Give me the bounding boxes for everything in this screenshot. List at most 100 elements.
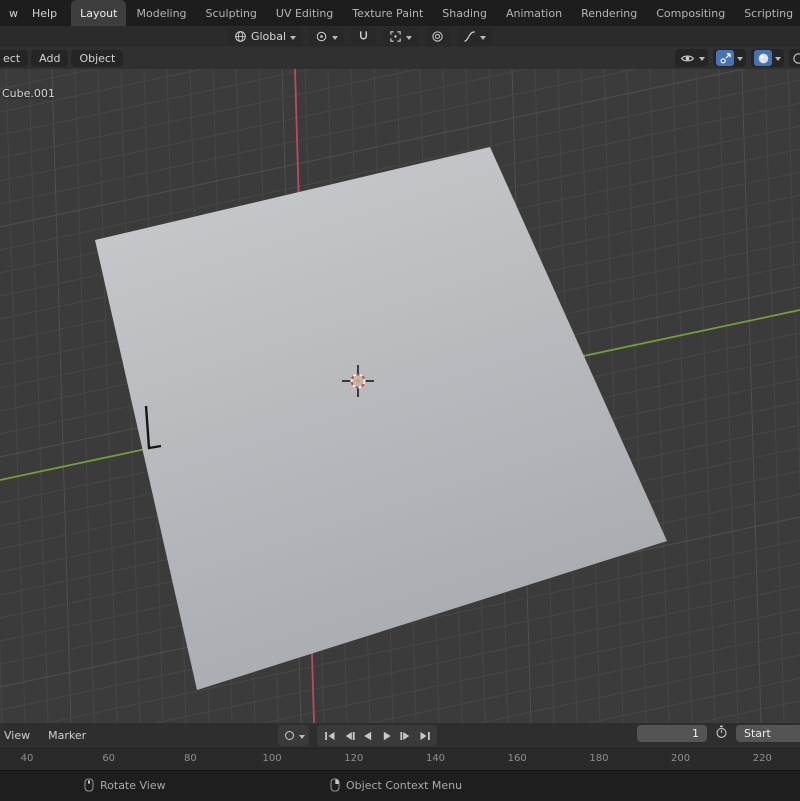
tab-uv-editing[interactable]: UV Editing bbox=[267, 0, 342, 26]
timeline-header: ViewMarker 1 Start 1 bbox=[0, 723, 800, 748]
proportional-editing-icon bbox=[431, 30, 444, 43]
jump-to-end-button[interactable] bbox=[416, 728, 433, 743]
next-keyframe-icon bbox=[399, 730, 413, 742]
status-hint-label: Object Context Menu bbox=[346, 779, 462, 792]
falloff-curve-icon bbox=[463, 30, 476, 43]
tab-texture-paint[interactable]: Texture Paint bbox=[343, 0, 432, 26]
tab-rendering[interactable]: Rendering bbox=[572, 0, 646, 26]
right-mouse-icon bbox=[330, 778, 340, 792]
object-origin-dot bbox=[356, 379, 360, 383]
record-icon bbox=[285, 731, 294, 740]
snap-toggle[interactable] bbox=[351, 27, 376, 46]
shading-preview-partial[interactable] bbox=[789, 49, 800, 67]
gizmo-icon bbox=[716, 50, 734, 66]
play-button[interactable] bbox=[378, 728, 395, 743]
jump-to-end-icon bbox=[418, 730, 432, 742]
viewport-menus: ectAddObject bbox=[0, 50, 123, 67]
shading-preview-sphere-icon bbox=[792, 50, 800, 66]
timeline-menus: ViewMarker bbox=[1, 723, 94, 748]
chevron-down-icon bbox=[480, 36, 486, 40]
pivot-point-dropdown[interactable] bbox=[309, 27, 344, 46]
chevron-down-icon bbox=[290, 36, 296, 40]
frame-tick-label: 80 bbox=[177, 753, 203, 764]
tab-sculpting[interactable]: Sculpting bbox=[197, 0, 266, 26]
status-hint-label: Rotate View bbox=[100, 779, 166, 792]
playback-area bbox=[278, 725, 437, 746]
proportional-falloff-dropdown[interactable] bbox=[457, 27, 492, 46]
frame-tick-label: 40 bbox=[14, 753, 40, 764]
frame-tick-label: 120 bbox=[341, 753, 367, 764]
stopwatch-icon[interactable] bbox=[715, 725, 728, 742]
viewport-3d[interactable]: ectAddObject bbox=[0, 47, 800, 723]
eye-icon bbox=[678, 50, 696, 66]
chevron-down-icon bbox=[737, 57, 743, 61]
chevron-down-icon bbox=[699, 57, 705, 61]
topbar-menus: w Help bbox=[0, 4, 71, 23]
chevron-down-icon bbox=[332, 36, 338, 40]
workspace-tabs: LayoutModelingSculptingUV EditingTexture… bbox=[71, 0, 800, 26]
plane-object[interactable] bbox=[95, 147, 667, 690]
shading-solid-sphere-icon bbox=[754, 50, 772, 66]
tab-modeling[interactable]: Modeling bbox=[127, 0, 195, 26]
previous-keyframe-icon bbox=[342, 730, 356, 742]
viewport-header-controls bbox=[675, 49, 800, 67]
globe-icon bbox=[234, 30, 247, 43]
play-reverse-icon bbox=[361, 730, 375, 742]
proportional-editing-toggle[interactable] bbox=[425, 27, 450, 46]
play-icon bbox=[380, 730, 394, 742]
orientation-label: Global bbox=[251, 30, 286, 43]
magnet-icon bbox=[357, 30, 370, 43]
timeline-menu-marker[interactable]: Marker bbox=[40, 727, 94, 744]
topbar: w Help LayoutModelingSculptingUV Editing… bbox=[0, 0, 800, 26]
frame-tick-label: 180 bbox=[586, 753, 612, 764]
tab-compositing[interactable]: Compositing bbox=[647, 0, 734, 26]
frame-tick-label: 220 bbox=[749, 753, 775, 764]
playback-controls bbox=[317, 725, 437, 746]
current-frame-field[interactable]: 1 bbox=[637, 725, 707, 742]
auto-keying-group[interactable] bbox=[278, 725, 309, 746]
tool-settings-group: Global bbox=[228, 27, 492, 46]
shading-mode-dropdown[interactable] bbox=[751, 49, 784, 67]
timeline-ruler[interactable]: 40 60 80 100 120 140 160 180 200 220 bbox=[0, 748, 800, 771]
start-frame-label: Start bbox=[744, 727, 771, 740]
start-frame-field[interactable]: Start 1 bbox=[736, 725, 800, 742]
chevron-down-icon bbox=[775, 57, 781, 61]
frame-tick-label: 140 bbox=[423, 753, 449, 764]
blender-window: w Help LayoutModelingSculptingUV Editing… bbox=[0, 0, 800, 800]
frame-tick-label: 160 bbox=[504, 753, 530, 764]
next-keyframe-button[interactable] bbox=[397, 728, 414, 743]
tab-scripting[interactable]: Scripting bbox=[735, 0, 800, 26]
middle-mouse-drag-icon bbox=[84, 778, 94, 792]
snap-target-icon bbox=[389, 30, 402, 43]
frame-tick-label: 100 bbox=[259, 753, 285, 764]
frame-fields: 1 Start 1 bbox=[637, 725, 800, 742]
viewport-menu-ect[interactable]: ect bbox=[0, 50, 28, 67]
viewport-canvas[interactable] bbox=[0, 69, 800, 723]
status-hint-rotate-view: Rotate View bbox=[84, 778, 166, 792]
timeline-menu-view[interactable]: View bbox=[1, 727, 38, 744]
gizmos-dropdown[interactable] bbox=[713, 49, 746, 67]
status-bar: Rotate View Object Context Menu bbox=[0, 770, 800, 801]
frame-tick-label: 60 bbox=[96, 753, 122, 764]
transform-orientation-dropdown[interactable]: Global bbox=[228, 27, 302, 46]
active-object-label: Cube.001 bbox=[2, 87, 55, 100]
frame-tick-label: 200 bbox=[668, 753, 694, 764]
tool-settings-bar: Global bbox=[0, 26, 800, 47]
pivot-point-icon bbox=[315, 30, 328, 43]
snap-target-dropdown[interactable] bbox=[383, 27, 418, 46]
tab-layout[interactable]: Layout bbox=[71, 0, 126, 26]
menu-window-partial[interactable]: w bbox=[3, 4, 24, 23]
viewport-menu-add[interactable]: Add bbox=[31, 50, 68, 67]
jump-to-start-button[interactable] bbox=[321, 728, 338, 743]
menu-help[interactable]: Help bbox=[26, 4, 63, 23]
viewport-header: ectAddObject bbox=[0, 47, 800, 69]
jump-to-start-icon bbox=[323, 730, 337, 742]
visibility-dropdown[interactable] bbox=[675, 49, 708, 67]
tab-animation[interactable]: Animation bbox=[497, 0, 571, 26]
status-hint-object-context-menu: Object Context Menu bbox=[330, 778, 462, 792]
tab-shading[interactable]: Shading bbox=[433, 0, 496, 26]
play-reverse-button[interactable] bbox=[359, 728, 376, 743]
chevron-down-icon bbox=[299, 735, 305, 739]
viewport-menu-object[interactable]: Object bbox=[71, 50, 123, 67]
previous-keyframe-button[interactable] bbox=[340, 728, 357, 743]
